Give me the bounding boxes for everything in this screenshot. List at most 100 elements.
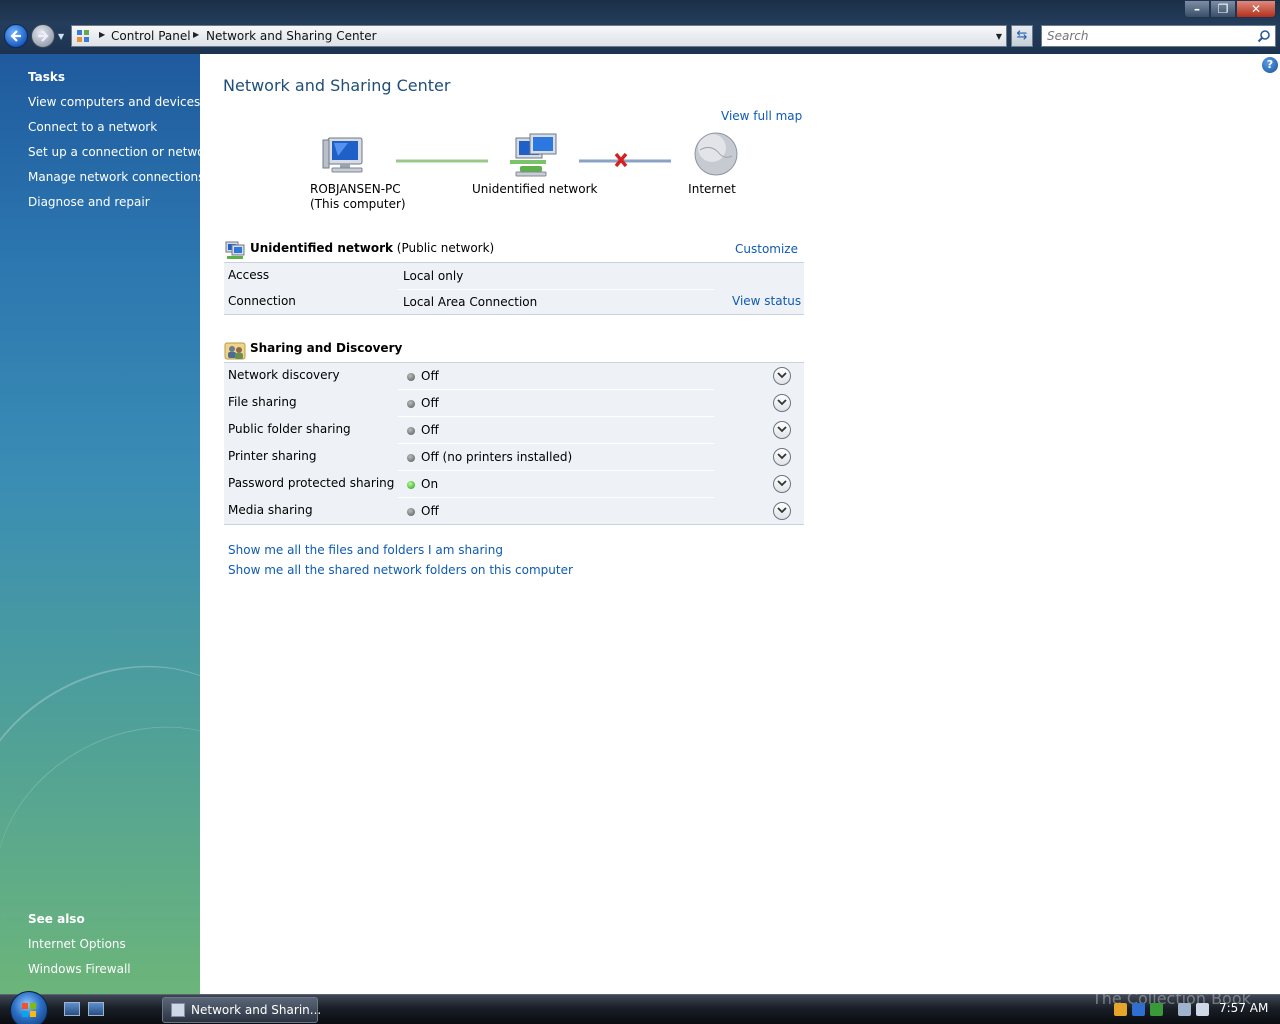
taskbar-button-label: Network and Sharin... — [191, 1003, 322, 1017]
status-off-icon — [407, 400, 415, 408]
maximize-button[interactable]: ❐ — [1210, 0, 1236, 18]
forward-button[interactable] — [31, 24, 55, 48]
setting-status: Off — [421, 396, 439, 410]
clock[interactable]: 7:57 AM — [1219, 1001, 1268, 1015]
status-off-icon — [407, 454, 415, 462]
expand-button[interactable] — [773, 421, 791, 439]
customize-link[interactable]: Customize — [735, 242, 798, 256]
recent-pages-dropdown-icon[interactable]: ▼ — [58, 32, 66, 41]
sharing-row-public-folder: Public folder sharing Off — [224, 417, 804, 444]
chevron-down-icon — [777, 426, 787, 433]
control-panel-icon — [76, 29, 90, 43]
minimize-icon: – — [1194, 2, 1200, 16]
show-desktop-icon[interactable] — [64, 1002, 80, 1016]
sharing-people-icon — [224, 342, 246, 360]
task-set-up-connection[interactable]: Set up a connection or network — [28, 145, 200, 159]
setting-label: Media sharing — [228, 503, 313, 517]
task-diagnose-repair[interactable]: Diagnose and repair — [28, 195, 150, 209]
expand-button[interactable] — [773, 394, 791, 412]
search-icon[interactable] — [1257, 29, 1271, 43]
network-center-icon — [171, 1003, 185, 1017]
tray-app-icon[interactable] — [1132, 1003, 1145, 1016]
internet-globe-icon — [694, 132, 738, 176]
view-status-link[interactable]: View status — [732, 294, 801, 308]
sharing-row-file-sharing: File sharing Off — [224, 390, 804, 417]
breadcrumb-chevron-icon[interactable]: ▶ — [99, 30, 105, 39]
setting-label: File sharing — [228, 395, 297, 409]
sharing-row-media: Media sharing Off — [224, 498, 804, 525]
breadcrumb-network-sharing-center[interactable]: Network and Sharing Center — [206, 29, 377, 43]
taskbar: Network and Sharin... The Collection Boo… — [0, 989, 1280, 1024]
see-also-internet-options[interactable]: Internet Options — [28, 937, 126, 951]
chevron-down-icon — [777, 372, 787, 379]
volume-icon[interactable] — [1196, 1003, 1209, 1016]
task-connect-to-network[interactable]: Connect to a network — [28, 120, 157, 134]
setting-label: Password protected sharing — [228, 476, 395, 490]
search-input[interactable] — [1042, 26, 1242, 46]
show-shared-folders-link[interactable]: Show me all the shared network folders o… — [228, 563, 573, 577]
task-pane: Tasks View computers and devices Connect… — [0, 54, 200, 994]
start-button[interactable] — [10, 991, 48, 1024]
expand-button[interactable] — [773, 475, 791, 493]
setting-status: On — [421, 477, 439, 491]
back-button[interactable] — [4, 24, 28, 48]
tray-check-icon[interactable] — [1150, 1003, 1163, 1016]
setting-status: Off — [421, 423, 439, 437]
see-also-windows-firewall[interactable]: Windows Firewall — [28, 962, 131, 976]
network-row-access: Access Local only — [224, 263, 804, 290]
task-manage-network-connections[interactable]: Manage network connections — [28, 170, 200, 184]
chevron-down-icon — [777, 399, 787, 406]
network-icon — [225, 241, 245, 259]
tasks-heading: Tasks — [28, 70, 66, 84]
access-label: Access — [228, 268, 270, 282]
page-title: Network and Sharing Center — [223, 76, 451, 95]
address-bar[interactable]: ▶ Control Panel ▶ Network and Sharing Ce… — [71, 25, 1007, 47]
status-on-icon — [407, 481, 415, 489]
help-icon[interactable]: ? — [1262, 57, 1278, 73]
chevron-down-icon — [777, 453, 787, 460]
setting-status: Off (no printers installed) — [421, 450, 573, 464]
windows-logo-icon — [22, 1003, 36, 1017]
network-row-connection: Connection Local Area Connection View st… — [224, 289, 804, 316]
setting-label: Printer sharing — [228, 449, 317, 463]
sharing-panel: Network discovery Off File sharing Off P… — [224, 362, 804, 525]
refresh-button[interactable]: ⇆ — [1011, 25, 1033, 47]
close-button[interactable]: ✕ — [1236, 0, 1276, 18]
chevron-down-icon — [777, 507, 787, 514]
breadcrumb-chevron-icon[interactable]: ▶ — [193, 30, 199, 39]
address-dropdown-icon[interactable]: ▼ — [996, 32, 1002, 41]
network-map — [322, 132, 738, 177]
security-shield-icon[interactable] — [1114, 1003, 1127, 1016]
network-tray-icon[interactable] — [1178, 1003, 1191, 1016]
search-box[interactable] — [1041, 25, 1276, 47]
taskbar-network-window-button[interactable]: Network and Sharin... — [162, 997, 322, 1023]
expand-button[interactable] — [773, 502, 791, 520]
sharing-row-printer: Printer sharing Off (no printers install… — [224, 444, 804, 471]
task-view-computers-devices[interactable]: View computers and devices — [28, 95, 200, 109]
restore-icon: ❐ — [1217, 2, 1229, 16]
minimize-button[interactable]: – — [1184, 0, 1210, 18]
sharing-section-header: Sharing and Discovery — [224, 338, 804, 362]
refresh-icon: ⇆ — [1016, 28, 1028, 43]
unidentified-network-icon — [510, 133, 557, 177]
sharing-row-network-discovery: Network discovery Off — [224, 363, 804, 390]
access-value: Local only — [403, 269, 464, 283]
computer-name-label: ROBJANSEN-PC — [310, 182, 401, 196]
close-icon: ✕ — [1250, 2, 1262, 16]
see-also-heading: See also — [28, 912, 85, 926]
sharing-section-title: Sharing and Discovery — [250, 341, 403, 355]
network-type: (Public network) — [396, 241, 495, 255]
view-full-map-link[interactable]: View full map — [721, 109, 802, 123]
window-title-bar: – ❐ ✕ ▼ ▶ Control Panel ▶ Network and Sh… — [0, 0, 1280, 54]
network-map-label: Unidentified network — [472, 182, 598, 196]
network-name: Unidentified network (Public network) — [250, 241, 495, 255]
expand-button[interactable] — [773, 448, 791, 466]
sharing-row-password-protected: Password protected sharing On — [224, 471, 804, 498]
breadcrumb-control-panel[interactable]: Control Panel — [111, 29, 191, 43]
connection-value: Local Area Connection — [403, 295, 538, 309]
network-details-panel: Access Local only Connection Local Area … — [224, 262, 804, 315]
forward-arrow-icon — [38, 30, 49, 42]
show-shared-files-link[interactable]: Show me all the files and folders I am s… — [228, 543, 503, 557]
expand-button[interactable] — [773, 367, 791, 385]
switch-windows-icon[interactable] — [88, 1002, 104, 1016]
